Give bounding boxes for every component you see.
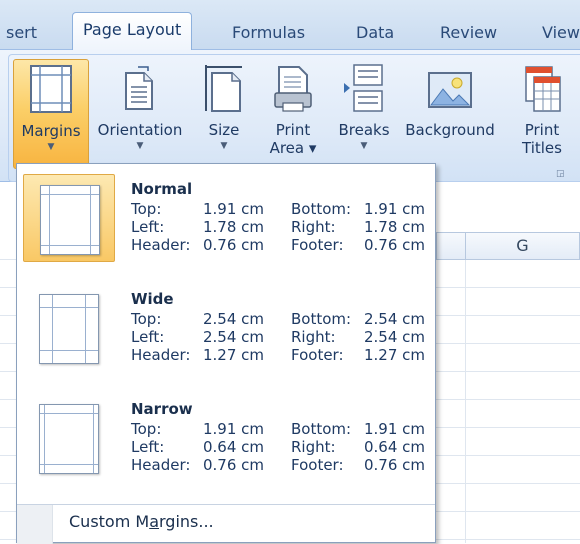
tab-insert[interactable]: sert [0, 8, 47, 50]
margins-icon [29, 64, 73, 118]
tab-page-layout[interactable]: Page Layout [72, 12, 193, 52]
print-area-button[interactable]: Print Area ▾ [261, 59, 325, 169]
background-label: Background [405, 121, 495, 139]
margin-option-narrow[interactable]: Narrow Top: 1.91 cm Bottom: 1.91 cm Left… [21, 392, 431, 500]
margins-button[interactable]: Margins ▼ [13, 59, 89, 169]
ribbon-tab-bar: sert Page Layout Formulas Data Review Vi… [0, 0, 580, 52]
background-icon [425, 63, 475, 117]
narrow-margins-preview-icon [39, 404, 99, 474]
print-area-label-line2: Area ▾ [269, 139, 317, 157]
dropdown-arrow-icon: ▼ [136, 141, 144, 151]
print-titles-button[interactable]: Print Titles [513, 59, 571, 169]
size-label: Size [208, 121, 240, 139]
custom-margins-menu-item[interactable]: Custom Margins... [69, 512, 214, 531]
breaks-label: Breaks [338, 121, 390, 139]
print-titles-icon [520, 63, 564, 117]
background-button[interactable]: Background [399, 59, 501, 169]
page-size-icon [202, 63, 246, 117]
margins-label: Margins [21, 122, 81, 140]
wide-margins-preview-icon [39, 294, 99, 364]
margins-dropdown-menu: Normal Top: 1.91 cm Bottom: 1.91 cm Left… [16, 163, 436, 544]
print-area-label-line1: Print [275, 121, 311, 139]
tab-view[interactable]: View [532, 8, 580, 50]
margin-option-normal[interactable]: Normal Top: 1.91 cm Bottom: 1.91 cm Left… [21, 172, 431, 280]
dropdown-arrow-icon: ▼ [360, 141, 368, 151]
print-area-icon [271, 63, 315, 117]
margin-preview-highlight [23, 174, 115, 262]
print-titles-label-line2: Titles [522, 139, 562, 157]
menu-separator [17, 504, 435, 505]
orientation-button[interactable]: Orientation ▼ [91, 59, 189, 169]
column-header-g[interactable]: G [465, 232, 580, 260]
orientation-icon [118, 63, 162, 117]
dropdown-arrow-icon: ▼ [220, 141, 228, 151]
tab-review[interactable]: Review [430, 8, 507, 50]
breaks-button[interactable]: Breaks ▼ [333, 59, 395, 169]
column-header-f[interactable] [436, 232, 466, 260]
option-title: Wide [131, 290, 174, 308]
tab-data[interactable]: Data [346, 8, 404, 50]
margin-preview-area [23, 284, 115, 372]
breaks-icon [342, 63, 386, 117]
size-button[interactable]: Size ▼ [195, 59, 253, 169]
option-title: Normal [131, 180, 193, 198]
orientation-label: Orientation [97, 121, 183, 139]
print-titles-label-line1: Print [524, 121, 560, 139]
tab-formulas[interactable]: Formulas [222, 8, 315, 50]
option-title: Narrow [131, 400, 193, 418]
margin-preview-area [23, 394, 115, 482]
margin-option-wide[interactable]: Wide Top: 2.54 cm Bottom: 2.54 cm Left: … [21, 282, 431, 390]
normal-margins-preview-icon [40, 185, 100, 255]
column-divider [465, 260, 466, 543]
dialog-launcher-icon[interactable]: ◲ [556, 169, 566, 179]
dropdown-arrow-icon: ▼ [47, 142, 55, 152]
menu-icon-gutter [17, 505, 53, 544]
